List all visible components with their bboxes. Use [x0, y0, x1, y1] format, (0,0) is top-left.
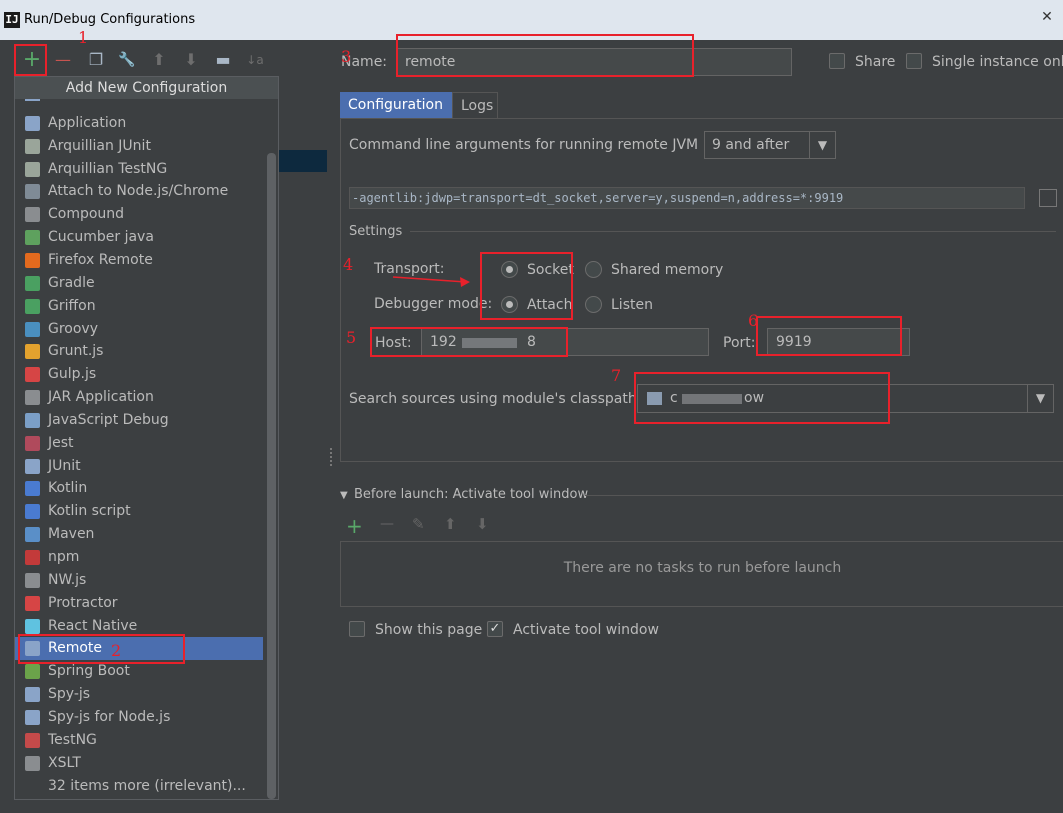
annotation-arrow-line [392, 276, 467, 283]
annotation-arrow-layer [392, 276, 470, 287]
annotation-number-7: 7 [611, 366, 622, 385]
annotation-number-4: 4 [343, 255, 354, 274]
annotation-number-6: 6 [748, 311, 759, 330]
annotation-number-3: 3 [341, 47, 352, 66]
popup-title: Add New Configuration [15, 77, 278, 99]
annotation-number-5: 5 [346, 328, 357, 347]
annotation-number-2: 2 [111, 641, 122, 660]
annotation-arrow-head [460, 277, 470, 287]
annotation-number-1: 1 [78, 28, 89, 47]
